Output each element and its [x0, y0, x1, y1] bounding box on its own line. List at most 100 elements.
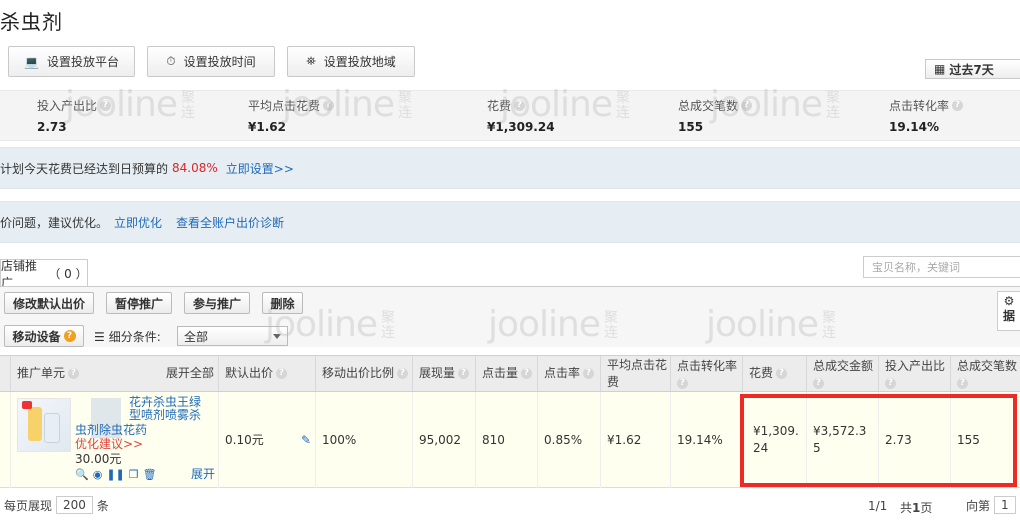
mobile-device-label: 移动设备 — [12, 329, 61, 344]
col-cost[interactable]: 花费? — [742, 356, 806, 391]
set-region-label: 设置投放地域 — [323, 55, 396, 69]
chevron-down-icon — [273, 334, 281, 339]
table-header: 推广单元? 展开全部 默认出价? 移动出价比例? 展现量? 点击量? 点击率? … — [0, 355, 1020, 392]
trash-icon[interactable]: 🗑 — [143, 466, 157, 483]
account-bid-diagnosis-link[interactable]: 查看全账户出价诊断 — [176, 214, 284, 231]
col-label: 平均点击花费 — [607, 357, 668, 389]
set-budget-link[interactable]: 立即设置>> — [226, 160, 294, 177]
col-orders[interactable]: 总成交笔数? — [950, 356, 1020, 391]
total-unit: 页 — [920, 501, 933, 515]
stat-roi: 投入产出比? 2.73 — [37, 97, 112, 134]
col-label: 花费 — [749, 366, 774, 380]
per-page-select[interactable]: 200 — [56, 496, 93, 514]
col-cvr[interactable]: 点击转化率? — [670, 356, 742, 391]
expand-all-link[interactable]: 展开全部 — [166, 365, 214, 382]
filter-select[interactable]: 全部 — [177, 326, 288, 346]
col-ctr[interactable]: 点击率? — [537, 356, 600, 391]
page-info: 1/1 — [868, 499, 888, 513]
product-image[interactable] — [17, 398, 71, 452]
optimize-now-link[interactable]: 立即优化 — [114, 214, 162, 231]
pause-icon[interactable]: ❚❚ — [106, 466, 124, 483]
help-icon[interactable]: ? — [885, 378, 896, 389]
delete-button[interactable]: 删除 — [262, 292, 303, 314]
calendar-icon: ▦ — [934, 62, 946, 76]
stat-label: 总成交笔数 — [678, 99, 739, 113]
help-icon[interactable]: ? — [100, 100, 112, 111]
goto-page-input[interactable]: 1 — [994, 496, 1016, 514]
col-label: 展现量 — [419, 366, 456, 380]
default-bid-cell: 0.10元 ✎ — [218, 392, 315, 488]
settings-button[interactable]: ⚙ 据 — [997, 291, 1020, 331]
stat-label: 花费 — [487, 99, 512, 113]
search-icon[interactable]: 🔍 — [75, 466, 89, 483]
per-page: 每页展现 200 条 — [4, 496, 109, 514]
help-icon[interactable]: ? — [458, 368, 470, 379]
col-clicks[interactable]: 点击量? — [475, 356, 537, 391]
total-label: 共 — [900, 501, 913, 515]
gear-icon: ⚙ — [1003, 294, 1015, 308]
help-icon[interactable]: ? — [63, 330, 76, 342]
per-page-label: 每页展现 — [4, 498, 53, 513]
clock-icon: ⏱ — [166, 54, 176, 68]
pause-promotion-button[interactable]: 暂停推广 — [106, 292, 172, 314]
set-time-label: 设置投放时间 — [183, 55, 256, 69]
pencil-icon[interactable]: ✎ — [301, 432, 311, 449]
ctr-cell: 0.85% — [537, 392, 600, 488]
highlight-box — [740, 394, 1017, 487]
stat-label: 平均点击花费 — [248, 99, 321, 113]
col-label: 总成交金额 — [813, 359, 874, 373]
join-promotion-button[interactable]: 参与推广 — [184, 292, 250, 314]
help-icon[interactable]: ? — [741, 100, 753, 111]
globe-icon[interactable]: ◉ — [93, 466, 103, 483]
help-icon[interactable]: ? — [813, 378, 824, 389]
col-gmv[interactable]: 总成交金额? — [806, 356, 878, 391]
set-platform-label: 设置投放平台 — [46, 55, 119, 69]
col-mobile-ratio[interactable]: 移动出价比例? — [315, 356, 412, 391]
tab-count: （ 0 ） — [48, 267, 88, 281]
product-title-line: 型喷剂喷雾杀 — [129, 408, 202, 422]
help-icon[interactable]: ? — [583, 368, 595, 379]
col-unit[interactable]: 推广单元? 展开全部 — [10, 356, 218, 391]
col-label: 点击量 — [482, 366, 519, 380]
col-unit-label: 推广单元 — [17, 366, 66, 380]
budget-notice-text: 计划今天花费已经达到日预算的 — [0, 161, 169, 176]
col-avg-cpc[interactable]: 平均点击花费 — [600, 356, 670, 391]
help-icon[interactable]: ? — [397, 368, 409, 379]
avg-cpc-cell: ¥1.62 — [600, 392, 670, 488]
help-icon[interactable]: ? — [276, 368, 288, 379]
pagination: 每页展现 200 条 1/1 共 1 页 向第 1 — [0, 490, 1020, 524]
tab-shop-promotion[interactable]: 店铺推广 （ 0 ） — [0, 259, 88, 290]
help-icon[interactable]: ? — [323, 100, 335, 111]
col-default-bid[interactable]: 默认出价? — [218, 356, 315, 391]
col-label: 点击率 — [544, 366, 581, 380]
stat-value: ¥1.62 — [248, 120, 286, 134]
help-icon[interactable]: ? — [68, 368, 80, 379]
set-time-button[interactable]: ⏱ 设置投放时间 — [147, 46, 275, 77]
edit-default-bid-button[interactable]: 修改默认出价 — [4, 292, 94, 314]
date-range-button[interactable]: ▦ 过去7天 — [925, 59, 1020, 79]
copy-icon[interactable]: ❐ — [129, 466, 139, 483]
help-icon[interactable]: ? — [514, 100, 526, 111]
clicks-cell: 810 — [475, 392, 537, 488]
list-icon: ☰ — [94, 329, 105, 344]
help-icon[interactable]: ? — [952, 100, 964, 111]
col-roi[interactable]: 投入产出比? — [878, 356, 950, 391]
impressions-cell: 95,002 — [412, 392, 475, 488]
goto-page: 向第 1 — [966, 496, 1016, 514]
budget-notice: 计划今天花费已经达到日预算的 84.08% 立即设置>> — [0, 147, 1020, 189]
help-icon[interactable]: ? — [677, 378, 688, 389]
col-impressions[interactable]: 展现量? — [412, 356, 475, 391]
help-icon[interactable]: ? — [521, 368, 533, 379]
set-region-button[interactable]: ⛯ 设置投放地域 — [287, 46, 415, 77]
search-input[interactable]: 宝贝名称，关键词 — [863, 256, 1020, 278]
product-title-link[interactable]: 花卉杀虫王绿 型喷剂喷雾杀 — [129, 396, 217, 422]
stat-value: ¥1,309.24 — [487, 120, 555, 134]
help-icon[interactable]: ? — [776, 368, 788, 379]
expand-link[interactable]: 展开 — [191, 466, 215, 483]
stats-bar: 投入产出比? 2.73 平均点击花费? ¥1.62 花费? ¥1,309.24 … — [0, 90, 1020, 141]
set-platform-button[interactable]: 💻 设置投放平台 — [8, 46, 135, 77]
filter-label: 细分条件: — [108, 330, 161, 344]
help-icon[interactable]: ? — [957, 378, 968, 389]
mobile-device-button[interactable]: 移动设备 ? — [4, 325, 84, 347]
mobile-ratio-cell: 100% — [315, 392, 412, 488]
